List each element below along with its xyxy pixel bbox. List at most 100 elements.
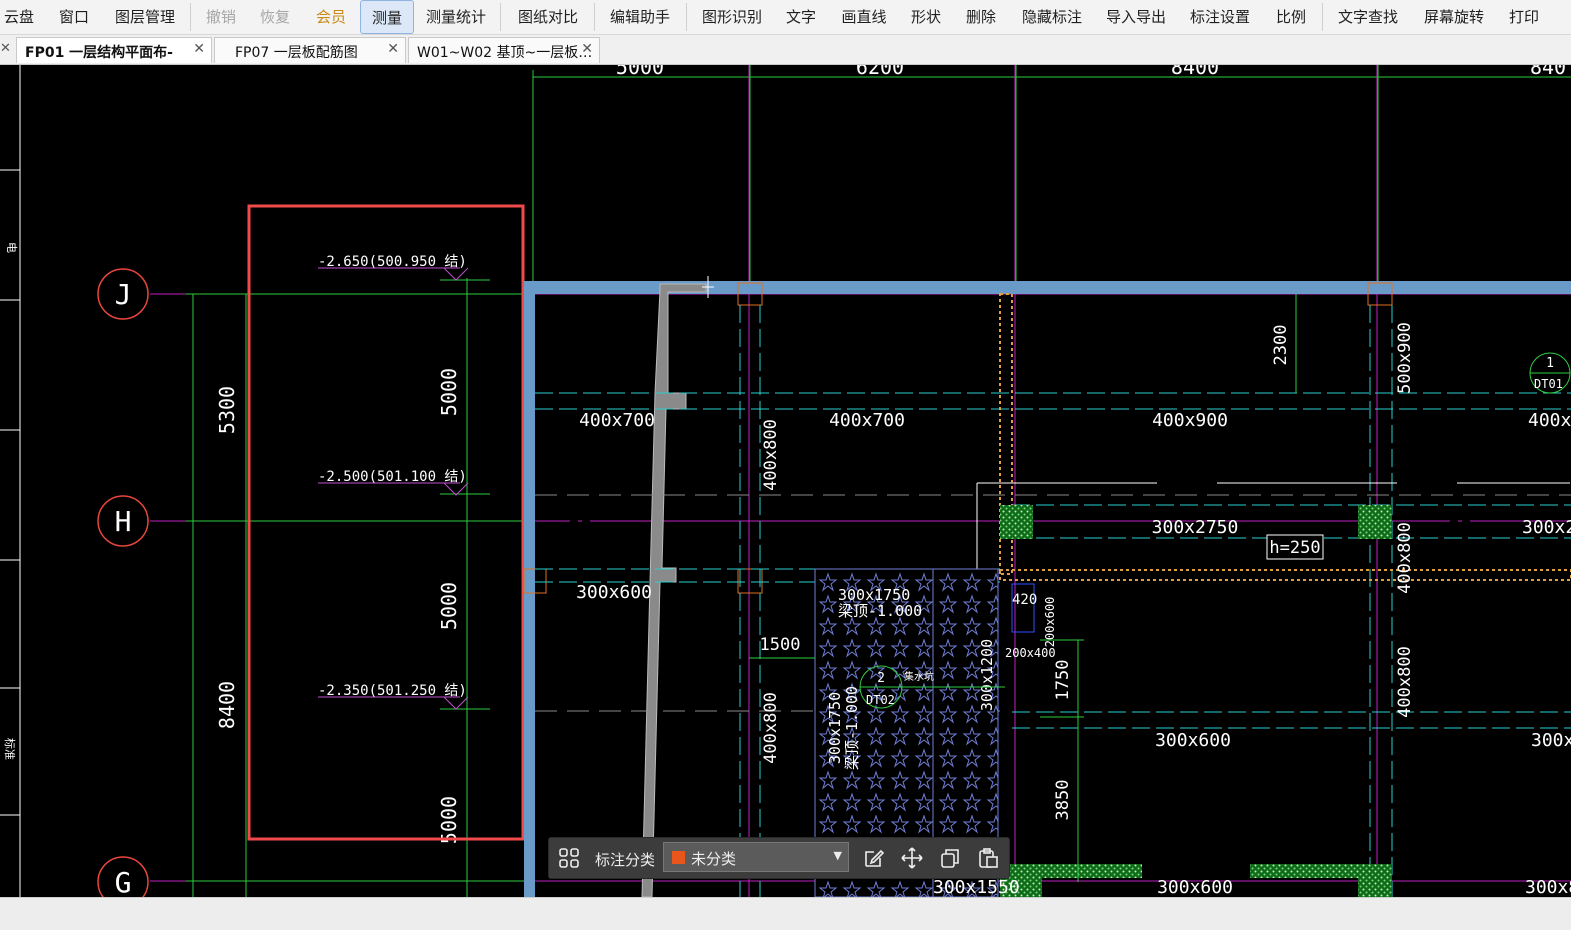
close-icon[interactable]: ✕ bbox=[193, 41, 205, 57]
status-bar bbox=[0, 897, 1571, 930]
dim-text: 6200 bbox=[856, 65, 904, 79]
dim-text: 5300 bbox=[215, 386, 239, 434]
toolbar-print[interactable]: 打印 bbox=[1502, 0, 1546, 34]
dim-text: 3850 bbox=[1053, 780, 1073, 821]
beam-label: 300x2 bbox=[1522, 517, 1571, 538]
dim-text: 8400 bbox=[1171, 65, 1219, 79]
toolbar-member[interactable]: 会员 bbox=[306, 0, 356, 34]
beam-label: 300x1550 bbox=[933, 877, 1020, 897]
toolbar-text-search[interactable]: 文字查找 bbox=[1330, 0, 1406, 34]
toolbar-separator bbox=[500, 3, 501, 31]
paste-icon[interactable] bbox=[976, 846, 1000, 870]
toolbar-shape-recognition[interactable]: 图形识别 bbox=[694, 0, 770, 34]
category-color-swatch bbox=[672, 851, 685, 864]
tab-label: FP01 一层结构平面布- bbox=[25, 45, 173, 61]
toolbar-delete[interactable]: 删除 bbox=[958, 0, 1004, 34]
chevron-down-icon: ▼ bbox=[833, 849, 842, 862]
toolbar-measure-stats[interactable]: 测量统计 bbox=[420, 0, 492, 34]
toolbar-cloud-disk[interactable]: 云盘 bbox=[0, 0, 38, 34]
beam-label: 300x600 bbox=[1155, 730, 1231, 751]
svg-text:G: G bbox=[115, 866, 132, 897]
dim-text: 200x400 bbox=[1005, 646, 1056, 660]
pit-text: 梁顶-1.000 bbox=[843, 686, 861, 770]
pit-text: 梁顶-1.000 bbox=[838, 602, 922, 620]
toolbar-window[interactable]: 窗口 bbox=[50, 0, 98, 34]
toolbar-redo[interactable]: 恢复 bbox=[252, 0, 298, 34]
beam-label-vertical: 400x800 bbox=[761, 419, 781, 491]
edit-icon[interactable] bbox=[862, 846, 886, 870]
drawing-canvas[interactable]: 电 标准 5000 6200 8400 840 J H G 5300 8400 … bbox=[0, 65, 1571, 897]
tab-label: FP07 一层板配筋图 bbox=[235, 45, 358, 61]
level-mark: -2.500(501.100 结) bbox=[318, 469, 469, 496]
copy-icon[interactable] bbox=[938, 846, 962, 870]
tab-fp01[interactable]: FP01 一层结构平面布- ✕ bbox=[16, 37, 212, 63]
dim-text: 2300 bbox=[1271, 325, 1291, 366]
toolbar-hide-annotations[interactable]: 隐藏标注 bbox=[1014, 0, 1090, 34]
toolbar-text[interactable]: 文字 bbox=[780, 0, 822, 34]
dim-text: 840 bbox=[1530, 65, 1566, 79]
dim-text: 5000 bbox=[437, 582, 461, 630]
annotation-category-label: 标注分类 bbox=[595, 851, 656, 869]
toolbar-separator bbox=[1322, 3, 1323, 31]
toolbar-edit-assistant[interactable]: 编辑助手 bbox=[602, 0, 678, 34]
tab-label: W01~W02 基顶~一层板… bbox=[417, 45, 593, 61]
beam-label-vertical: 500x900 bbox=[1395, 322, 1415, 394]
selection-rectangle[interactable] bbox=[247, 204, 525, 841]
beam-label: 300x8 bbox=[1525, 877, 1571, 897]
svg-text:1: 1 bbox=[1546, 356, 1554, 371]
dim-text: 420 bbox=[1012, 592, 1037, 608]
detail-mark-1: 1 DT01 bbox=[1529, 352, 1571, 394]
toolbar-import-export[interactable]: 导入导出 bbox=[1098, 0, 1174, 34]
toolbar-layer-manager[interactable]: 图层管理 bbox=[108, 0, 182, 34]
beam-label-vertical: 300x1200 bbox=[978, 639, 996, 711]
level-mark: -2.650(500.950 结) bbox=[318, 254, 469, 281]
edge-char: 标准 bbox=[3, 738, 17, 760]
grid-axis-j: J bbox=[97, 268, 149, 320]
grid-apps-icon[interactable] bbox=[557, 846, 581, 870]
cad-drawing: 电 标准 5000 6200 8400 840 J H G 5300 8400 … bbox=[0, 65, 1571, 897]
beam-label: 400x700 bbox=[829, 410, 905, 431]
toolbar-shapes[interactable]: 形状 bbox=[904, 0, 948, 34]
column-hatch bbox=[1250, 864, 1358, 878]
column-hatch bbox=[1000, 505, 1033, 539]
column-hatch bbox=[1358, 505, 1392, 539]
svg-text:-2.650(500.950 结): -2.650(500.950 结) bbox=[318, 254, 467, 270]
toolbar-measure[interactable]: 测量 bbox=[360, 0, 414, 34]
annotation-category-select[interactable]: 未分类 ▼ bbox=[663, 842, 849, 872]
toolbar-separator bbox=[686, 3, 687, 31]
toolbar-separator bbox=[190, 3, 191, 31]
beam-label-vertical: 400x800 bbox=[1395, 646, 1415, 718]
close-icon[interactable]: ✕ bbox=[581, 41, 593, 57]
pit-text: 300x1750 bbox=[826, 692, 844, 764]
beam-label: 300x2750 bbox=[1152, 517, 1239, 538]
dim-text: 5000 bbox=[616, 65, 664, 79]
tab-fp07[interactable]: FP07 一层板配筋图 ✕ bbox=[214, 37, 406, 63]
beam-label-vertical: 400x800 bbox=[761, 692, 781, 764]
toolbar-undo[interactable]: 撤销 bbox=[198, 0, 244, 34]
svg-text:-2.500(501.100 结): -2.500(501.100 结) bbox=[318, 469, 467, 485]
cursor-crosshair bbox=[702, 276, 714, 298]
beam-label: 400x900 bbox=[1152, 410, 1228, 431]
close-icon[interactable]: ✕ bbox=[0, 41, 11, 56]
beam-label: 300x600 bbox=[1157, 877, 1233, 897]
toolbar-scale[interactable]: 比例 bbox=[1268, 0, 1314, 34]
wall-left bbox=[524, 294, 535, 897]
toolbar-draw-line[interactable]: 画直线 bbox=[834, 0, 894, 34]
dim-text: 5000 bbox=[437, 368, 461, 416]
svg-text:2: 2 bbox=[877, 671, 885, 686]
beam-label: 300x600 bbox=[576, 582, 652, 603]
toolbar-annotation-settings[interactable]: 标注设置 bbox=[1182, 0, 1258, 34]
close-icon[interactable]: ✕ bbox=[387, 41, 399, 57]
svg-text:H: H bbox=[115, 505, 132, 538]
svg-text:DT01: DT01 bbox=[1534, 377, 1563, 391]
level-mark: -2.350(501.250 结) bbox=[318, 683, 469, 710]
dim-text: 1750 bbox=[1053, 660, 1073, 701]
toolbar-drawing-compare[interactable]: 图纸对比 bbox=[510, 0, 586, 34]
toolbar-rotate-screen[interactable]: 屏幕旋转 bbox=[1416, 0, 1492, 34]
tab-w01[interactable]: W01~W02 基顶~一层板… ✕ bbox=[408, 37, 600, 63]
beam-label-vertical: 400x800 bbox=[1395, 522, 1415, 594]
move-icon[interactable] bbox=[900, 846, 924, 870]
dim-text: 1500 bbox=[760, 635, 801, 655]
edge-char: 电 bbox=[5, 242, 18, 253]
svg-text:J: J bbox=[115, 278, 132, 311]
